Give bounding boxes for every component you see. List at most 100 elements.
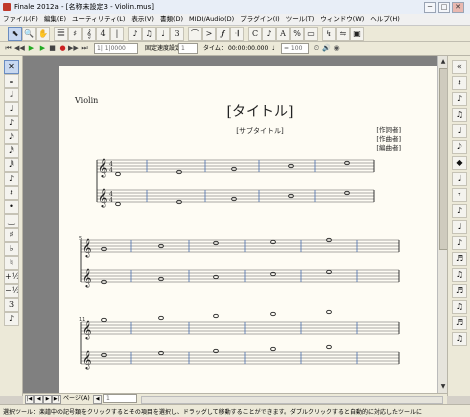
play-from-icon[interactable]: ▶ (38, 43, 47, 53)
tuplet-entry-icon[interactable]: 3 (4, 298, 19, 312)
flip-tool-icon[interactable]: ♫ (452, 332, 467, 346)
whole-note[interactable] (158, 315, 164, 321)
menu-plugins[interactable]: プラグイン(I) (237, 14, 283, 25)
chord-tool-icon[interactable]: C (248, 27, 262, 41)
tie-tool-icon[interactable]: ♪ (452, 236, 467, 250)
measure-tool-icon[interactable]: | (110, 27, 124, 41)
menu-midi-audio[interactable]: MIDI/Audio(D) (186, 14, 237, 25)
menu-help[interactable]: ヘルプ(H) (367, 14, 402, 25)
time-signature-icon[interactable]: 4 (96, 27, 110, 41)
thirty-second-note-icon[interactable]: 𝅘𝅥𝅰 (4, 144, 19, 158)
end-icon[interactable]: ⏭ (80, 43, 89, 53)
fast-forward-icon[interactable]: ▶▶ (68, 43, 79, 53)
smart-shape-icon[interactable]: ⌒ (188, 27, 202, 41)
menu-document[interactable]: 書類(D) (157, 14, 186, 25)
simple-entry-icon[interactable]: ♪ (128, 27, 142, 41)
secondary-beam-icon[interactable]: ♬ (452, 284, 467, 298)
close-button[interactable]: ✕ (452, 2, 464, 13)
half-note-icon[interactable]: 𝅗𝅥 (4, 88, 19, 102)
selection-tool-icon[interactable]: ⬉ (8, 27, 22, 41)
ledger-line-icon[interactable]: ♪ (452, 204, 467, 218)
beam-tool-icon[interactable]: ♫ (452, 108, 467, 122)
score-title[interactable]: [タイトル] (227, 104, 294, 120)
horizontal-scrollbar[interactable] (141, 396, 443, 404)
menu-tools[interactable]: ツール(T) (283, 14, 318, 25)
menu-edit[interactable]: 編集(E) (41, 14, 69, 25)
whole-note[interactable] (115, 171, 121, 177)
page-layout-icon[interactable]: ▭ (304, 27, 318, 41)
play-icon[interactable]: ▶ (27, 43, 36, 53)
page-stepper-down[interactable]: ◀ (93, 395, 102, 404)
whole-note[interactable] (115, 201, 121, 207)
tempo-field[interactable]: 1 (178, 43, 198, 54)
chevron-left-icon[interactable]: « (452, 60, 467, 74)
whole-note-icon[interactable]: 𝅝 (4, 74, 19, 88)
half-step-up-icon[interactable]: +½ (4, 270, 19, 284)
beam-extension-icon[interactable]: ♫ (452, 300, 467, 314)
maximize-button[interactable]: □ (438, 2, 450, 13)
scroll-down-icon[interactable]: ▼ (439, 382, 447, 391)
note-shape-icon[interactable]: ◆ (452, 156, 467, 170)
broken-beam-icon[interactable]: 𝅘𝅥𝅮 (452, 140, 467, 154)
cross-staff-icon[interactable]: 𝅘𝅥 (452, 172, 467, 186)
tie-icon[interactable]: ‿ (4, 214, 19, 228)
graphics-tool-icon[interactable]: ▣ (350, 27, 364, 41)
mirror-tool-icon[interactable]: ⇋ (336, 27, 350, 41)
page-number-field[interactable]: 1 (103, 394, 137, 403)
resize-tool-icon[interactable]: % (290, 27, 304, 41)
next-page-icon[interactable]: ▶ (43, 395, 52, 404)
flat-icon[interactable]: ♭ (4, 242, 19, 256)
quarter-note-icon[interactable]: ♩ (4, 102, 19, 116)
beam-angle-icon[interactable]: ♫ (452, 268, 467, 282)
zoom-tool-icon[interactable]: 🔍 (22, 27, 36, 41)
accidental-mover-icon[interactable]: ♬ (452, 252, 467, 266)
menu-window[interactable]: ウィンドウ(W) (317, 14, 367, 25)
key-signature-icon[interactable]: ♯ (68, 27, 82, 41)
note-mover-icon[interactable]: ♪ (452, 92, 467, 106)
clef-tool-icon[interactable]: 𝄞 (82, 27, 96, 41)
repeat-tool-icon[interactable]: 𝄇 (230, 27, 244, 41)
stop-icon[interactable]: ■ (48, 43, 57, 53)
prev-page-icon[interactable]: ◀ (34, 395, 43, 404)
whole-note[interactable] (270, 346, 276, 352)
grace-note-icon[interactable]: ♪ (4, 172, 19, 186)
rest-mover-icon[interactable]: 𝄾 (452, 188, 467, 202)
record-icon[interactable]: ● (58, 43, 67, 53)
voice-icon[interactable]: ♪ (4, 312, 19, 326)
measure-counter-field[interactable]: 1| 1|0000 (94, 43, 138, 54)
score-page[interactable]: Violin [タイトル] [サブタイトル] [作詞者] [作曲者] [編曲者]… (59, 66, 437, 393)
playback-settings-icon[interactable]: ◉ (332, 43, 341, 53)
lyrics-tool-icon[interactable]: ♪ (262, 27, 276, 41)
tuplet-tool-icon[interactable]: 3 (170, 27, 184, 41)
dot-tool-icon[interactable]: ♩ (452, 220, 467, 234)
beam-stem-icon[interactable]: ♬ (452, 316, 467, 330)
hyperscribe-icon[interactable]: ♩ (156, 27, 170, 41)
speaker-icon[interactable]: 🔊 (322, 43, 331, 53)
whole-note[interactable] (326, 344, 332, 350)
expression-tool-icon[interactable]: 𝆑 (216, 27, 230, 41)
rest-tool-icon[interactable]: 𝄽 (452, 76, 467, 90)
dot-icon[interactable]: • (4, 200, 19, 214)
staff-tool-icon[interactable]: 𝄚 (54, 27, 68, 41)
arranger-text[interactable]: [編曲者] (376, 143, 401, 152)
menu-file[interactable]: ファイル(F) (0, 14, 41, 25)
menu-utilities[interactable]: ユーティリティ(L) (69, 14, 128, 25)
metronome-icon[interactable]: ⏲ (312, 43, 321, 53)
articulation-icon[interactable]: > (202, 27, 216, 41)
minimize-button[interactable]: ─ (424, 2, 436, 13)
speedy-entry-icon[interactable]: ♫ (142, 27, 156, 41)
first-page-icon[interactable]: |◀ (25, 395, 34, 404)
eraser-select-icon[interactable]: ✕ (4, 60, 19, 74)
lyricist-text[interactable]: [作詞者] (376, 125, 401, 134)
rewind-icon[interactable]: ◀◀ (14, 43, 25, 53)
whole-note[interactable] (270, 311, 276, 317)
sharp-icon[interactable]: ♯ (4, 228, 19, 242)
whole-note[interactable] (326, 309, 332, 315)
whole-note[interactable] (101, 317, 107, 323)
natural-icon[interactable]: ♮ (4, 256, 19, 270)
scroll-up-icon[interactable]: ▲ (439, 57, 447, 66)
stem-tool-icon[interactable]: ♩ (452, 124, 467, 138)
score-subtitle[interactable]: [サブタイトル] (236, 126, 284, 135)
special-tools-icon[interactable]: ↯ (322, 27, 336, 41)
half-step-down-icon[interactable]: −½ (4, 284, 19, 298)
